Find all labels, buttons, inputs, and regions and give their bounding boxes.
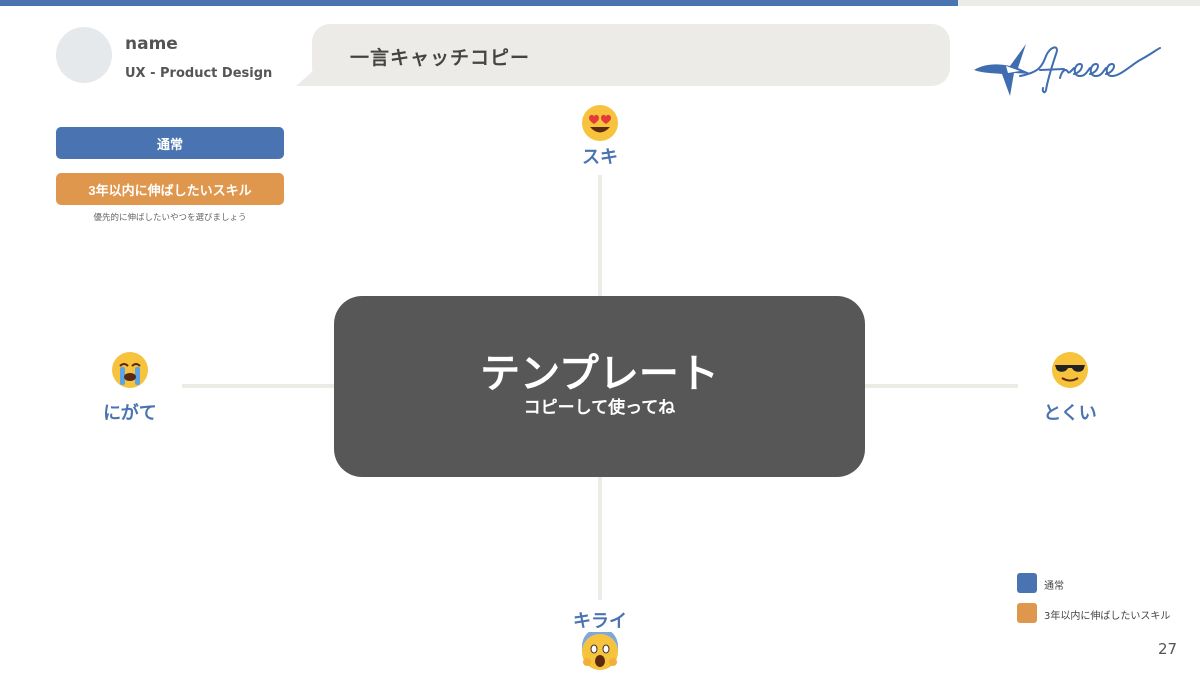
swallow-icon	[974, 44, 1032, 96]
legend-swatch-normal	[1017, 573, 1037, 593]
screaming-face-emoji-icon	[582, 632, 618, 670]
axis-label-dislike: キライ	[573, 611, 627, 632]
legend-label-grow: 3年以内に伸ばしたいスキル	[1044, 611, 1171, 622]
grow-skill-button[interactable]: 3年以内に伸ばしたいスキル	[56, 173, 284, 205]
priority-note: 優先的に伸ばしたいやつを選びましょう	[93, 213, 247, 223]
freee-logo	[974, 44, 1161, 96]
normal-skill-button[interactable]: 通常	[56, 127, 284, 159]
template-card: テンプレート コピーして使ってね	[334, 296, 865, 477]
template-title: テンプレート	[480, 350, 719, 397]
top-accent-bar-end	[958, 0, 1200, 6]
freee-wordmark	[1019, 46, 1161, 94]
page-number: 27	[1158, 640, 1178, 658]
template-subtitle: コピーして使ってね	[523, 397, 676, 418]
catch-copy: 一言キャッチコピー	[350, 47, 531, 69]
profile-name: name	[125, 34, 178, 54]
legend-swatch-grow	[1017, 603, 1037, 623]
crying-face-emoji-icon	[112, 352, 148, 388]
sunglasses-face-emoji-icon	[1052, 352, 1088, 388]
axis-label-like: スキ	[582, 147, 618, 168]
axis-label-strong: とくい	[1043, 403, 1097, 424]
profile-role: UX - Product Design	[125, 66, 273, 81]
top-accent-bar	[0, 0, 958, 6]
avatar	[56, 27, 112, 83]
heart-eyes-emoji-icon	[582, 105, 618, 141]
legend-label-normal: 通常	[1044, 581, 1064, 592]
axis-label-weak: にがて	[103, 403, 157, 424]
